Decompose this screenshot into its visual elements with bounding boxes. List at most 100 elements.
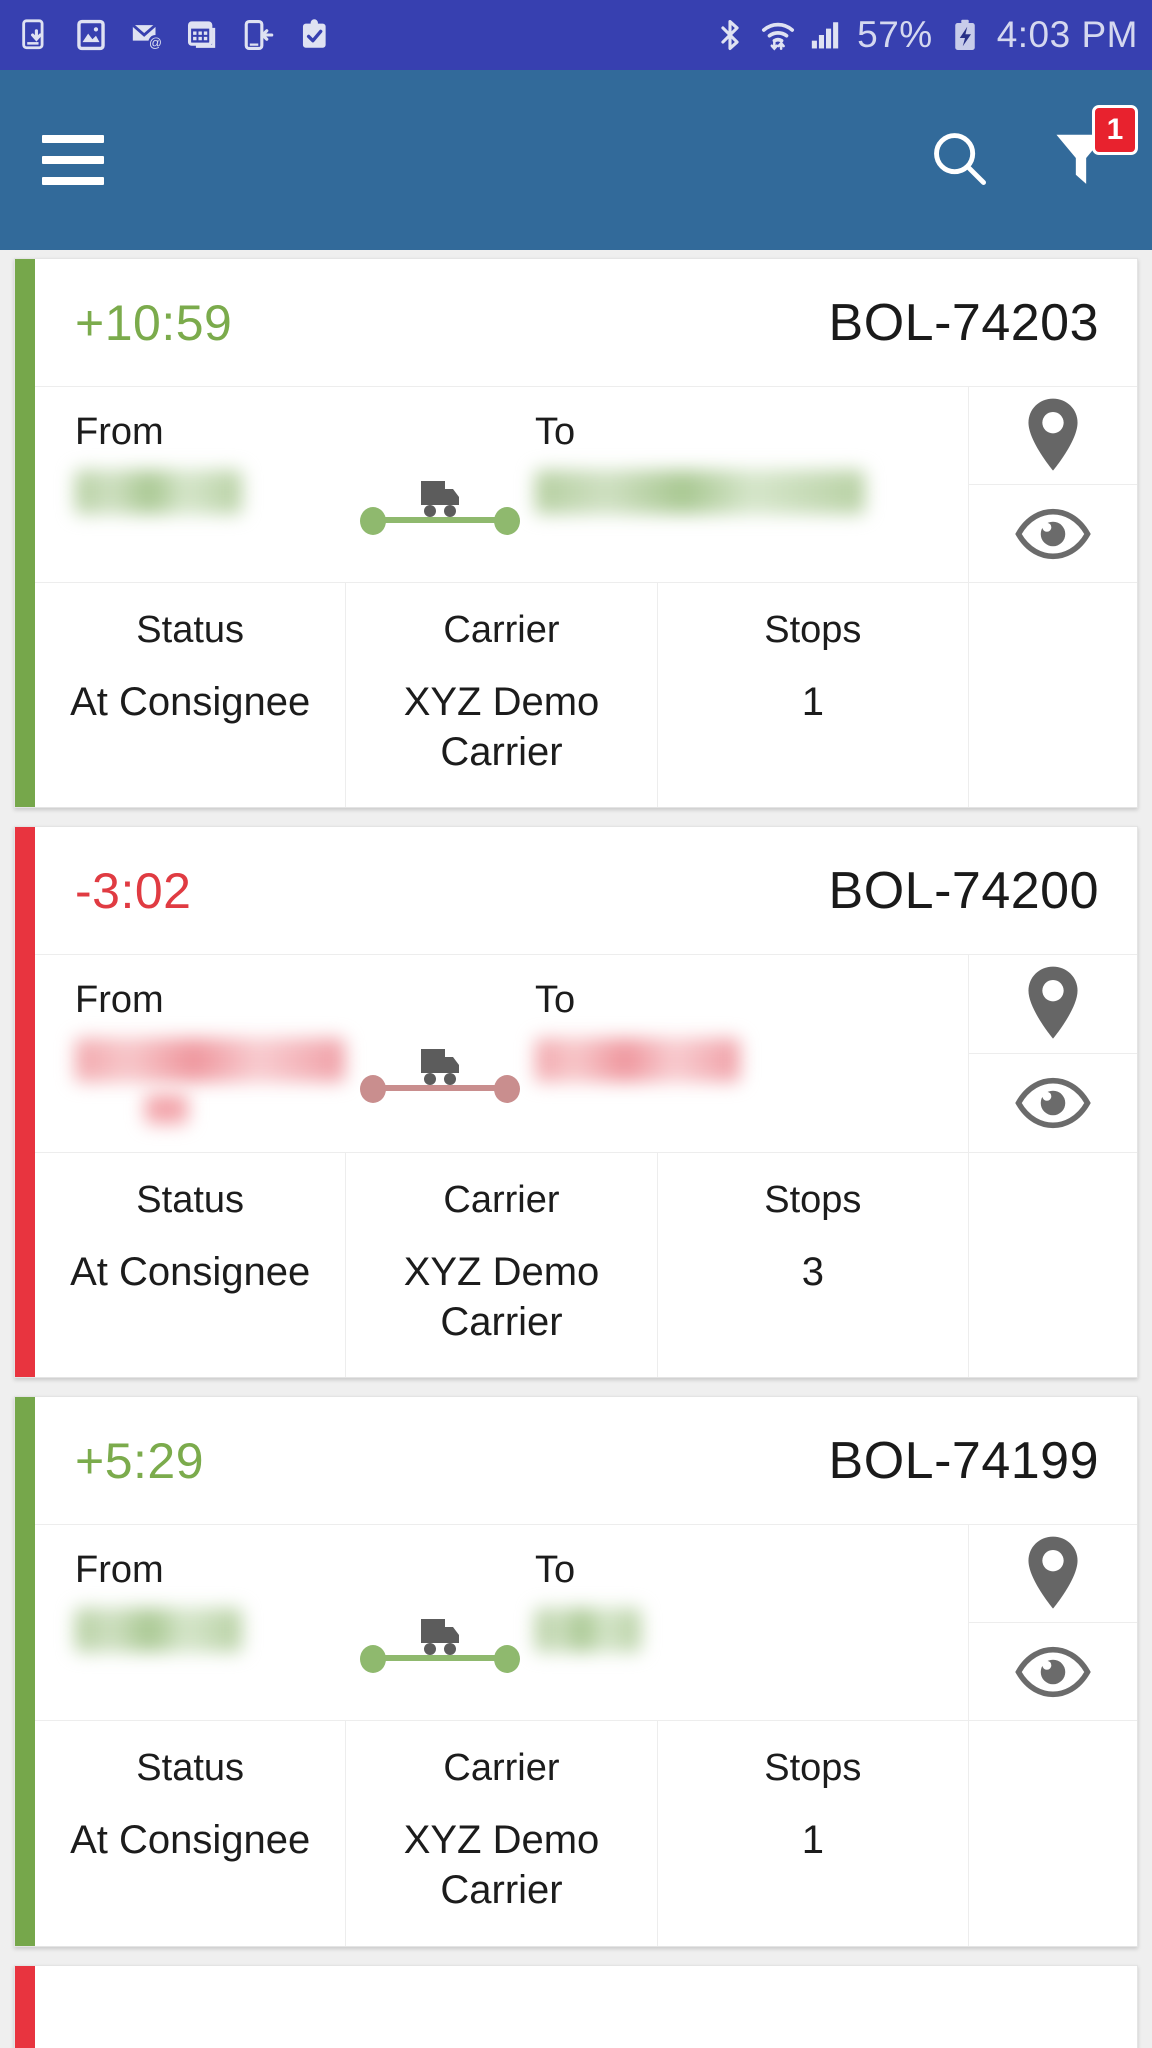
detail-stats: Status At Consignee Carrier XYZ Demo Car… bbox=[35, 1153, 969, 1378]
view-details-button[interactable] bbox=[969, 1623, 1137, 1720]
filter-button[interactable]: 1 bbox=[1050, 104, 1138, 194]
status-accent-bar bbox=[15, 1397, 35, 1946]
shipment-card[interactable]: +10:59 BOL-74203 From To Status At Consi… bbox=[14, 258, 1138, 809]
shipment-card[interactable]: -3:02 BOL-74200 From To Status At Consig… bbox=[14, 826, 1138, 1379]
eye-icon bbox=[1015, 508, 1091, 559]
shipment-card-partial[interactable] bbox=[14, 1964, 1138, 2048]
status-value: At Consignee bbox=[70, 1818, 311, 1863]
destination-city-redacted bbox=[535, 1038, 740, 1083]
route-destination-dot bbox=[494, 1075, 520, 1104]
status-bar-system-icons: 57% 4:03 PM bbox=[713, 14, 1138, 56]
origin-city-redacted bbox=[75, 1608, 243, 1653]
shipment-details-row: Status At Consignee Carrier XYZ Demo Car… bbox=[35, 1720, 1137, 1946]
status-label: Status bbox=[136, 609, 245, 651]
map-button[interactable] bbox=[969, 955, 1137, 1055]
destination-block: To bbox=[535, 411, 865, 514]
truck-icon bbox=[421, 1619, 459, 1656]
clipboard-check-icon bbox=[302, 19, 326, 48]
map-pin-icon bbox=[1028, 398, 1078, 471]
detail-spacer bbox=[969, 583, 1137, 807]
stops-stat: Stops 3 bbox=[656, 1153, 968, 1378]
route-destination-dot bbox=[494, 1645, 520, 1674]
status-stat: Status At Consignee bbox=[35, 1153, 345, 1377]
calendar-icon bbox=[187, 21, 216, 48]
view-details-button[interactable] bbox=[969, 1054, 1137, 1152]
status-accent-bar bbox=[15, 827, 35, 1378]
status-bar-notification-icons: @ bbox=[18, 16, 332, 54]
map-button[interactable] bbox=[969, 387, 1137, 485]
destination-city-redacted bbox=[535, 1608, 641, 1653]
to-label: To bbox=[535, 979, 576, 1022]
battery-percent-label: 57% bbox=[857, 14, 933, 55]
route-origin-dot bbox=[360, 507, 386, 535]
card-action-column bbox=[969, 1525, 1137, 1720]
detail-stats: Status At Consignee Carrier XYZ Demo Car… bbox=[35, 583, 969, 808]
from-label: From bbox=[75, 1549, 164, 1592]
stops-value: 1 bbox=[801, 1818, 824, 1863]
eta-label: +10:59 bbox=[75, 294, 233, 351]
shipment-card-body: -3:02 BOL-74200 From To Status At Consig… bbox=[35, 827, 1137, 1378]
route-destination-dot bbox=[494, 507, 520, 535]
shipment-card-header: -3:02 BOL-74200 bbox=[35, 827, 1137, 956]
carrier-value: XYZ Demo Carrier bbox=[403, 1250, 600, 1344]
route-origin-dot bbox=[360, 1075, 386, 1104]
stops-value: 3 bbox=[801, 1250, 824, 1295]
destination-block: To bbox=[535, 979, 865, 1083]
card-action-column bbox=[969, 955, 1137, 1152]
route-origin-dot bbox=[360, 1645, 386, 1674]
carrier-stat: Carrier XYZ Demo Carrier bbox=[345, 1153, 656, 1378]
origin-block: From bbox=[75, 411, 345, 514]
photo-icon bbox=[77, 19, 105, 51]
shipment-card-header: +5:29 BOL-74199 bbox=[35, 1397, 1137, 1526]
stops-label: Stops bbox=[764, 1747, 862, 1790]
truck-icon bbox=[421, 481, 459, 517]
origin-block: From bbox=[75, 1549, 345, 1653]
card-action-column bbox=[969, 387, 1137, 582]
app-screen: @ 57% 4:03 PM 1 +10:59 BOL-74203 From To… bbox=[0, 0, 1152, 2048]
destination-block: To bbox=[535, 1549, 865, 1653]
from-label: From bbox=[75, 411, 164, 453]
view-details-button[interactable] bbox=[969, 485, 1137, 582]
carrier-label: Carrier bbox=[443, 1179, 560, 1222]
eye-icon bbox=[1015, 1646, 1091, 1697]
detail-stats: Status At Consignee Carrier XYZ Demo Car… bbox=[35, 1721, 969, 1946]
route-section: From To bbox=[35, 955, 969, 1153]
status-value: At Consignee bbox=[70, 1250, 311, 1295]
phone-download-icon bbox=[22, 19, 44, 50]
shipment-card-header: +10:59 BOL-74203 bbox=[35, 259, 1137, 387]
app-bar: 1 bbox=[0, 70, 1152, 250]
search-button[interactable] bbox=[928, 127, 990, 194]
detail-spacer bbox=[969, 1721, 1137, 1945]
shipment-details-row: Status At Consignee Carrier XYZ Demo Car… bbox=[35, 1152, 1137, 1378]
carrier-label: Carrier bbox=[443, 609, 560, 651]
route-progress bbox=[345, 979, 535, 1104]
status-stat: Status At Consignee bbox=[35, 583, 345, 807]
from-label: From bbox=[75, 979, 164, 1022]
search-icon bbox=[934, 132, 986, 185]
route-progress bbox=[345, 1549, 535, 1674]
carrier-stat: Carrier XYZ Demo Carrier bbox=[345, 1721, 656, 1946]
svg-text:@: @ bbox=[149, 35, 162, 50]
shipment-list: +10:59 BOL-74203 From To Status At Consi… bbox=[0, 250, 1152, 2048]
cell-signal-icon bbox=[811, 22, 839, 49]
eta-label: +5:29 bbox=[75, 1432, 205, 1489]
route-section: From To bbox=[35, 1525, 969, 1721]
stops-stat: Stops 1 bbox=[656, 1721, 968, 1946]
status-label: Status bbox=[136, 1747, 245, 1790]
shipment-card-body bbox=[35, 1966, 1137, 2048]
hamburger-menu-icon[interactable] bbox=[42, 135, 104, 185]
destination-city-redacted bbox=[535, 470, 865, 514]
carrier-value: XYZ Demo Carrier bbox=[403, 680, 600, 774]
shipment-card[interactable]: +5:29 BOL-74199 From To Status At Consig… bbox=[14, 1396, 1138, 1947]
stops-label: Stops bbox=[764, 609, 862, 651]
map-button[interactable] bbox=[969, 1525, 1137, 1624]
origin-city-redacted bbox=[75, 1038, 345, 1083]
stops-stat: Stops 1 bbox=[656, 583, 968, 808]
route-section: From To bbox=[35, 387, 969, 582]
stops-value: 1 bbox=[801, 680, 824, 724]
shipment-card-header bbox=[35, 1966, 1137, 2048]
carrier-value: XYZ Demo Carrier bbox=[403, 1818, 600, 1912]
stops-label: Stops bbox=[764, 1179, 862, 1222]
map-pin-icon bbox=[1028, 1536, 1078, 1609]
map-pin-icon bbox=[1028, 966, 1078, 1039]
